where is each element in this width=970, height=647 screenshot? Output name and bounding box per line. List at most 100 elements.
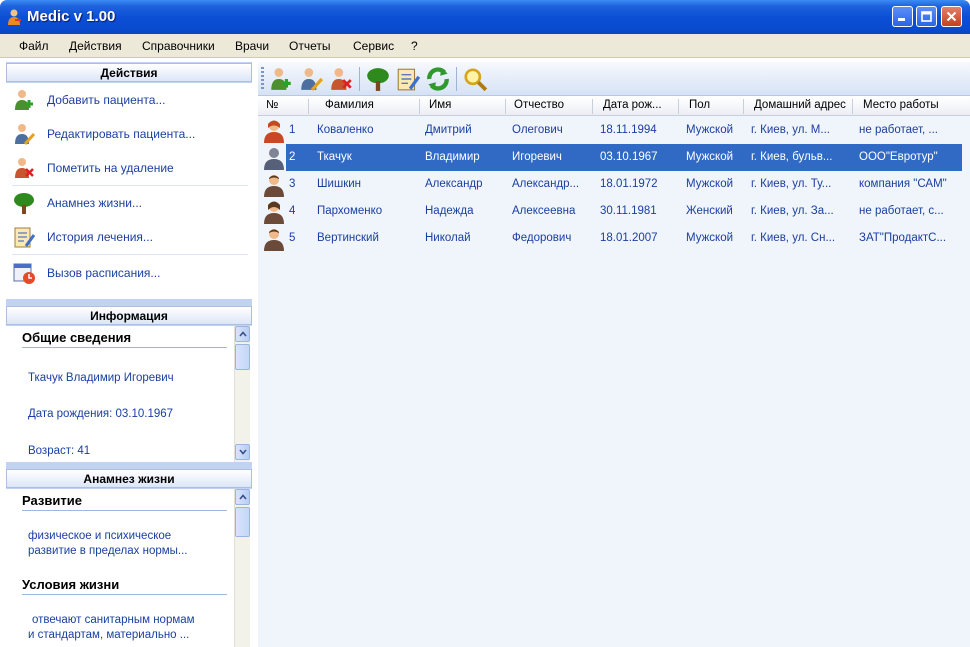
scroll-up-button[interactable]	[235, 489, 250, 505]
action-add-patient[interactable]: Добавить пациента...	[6, 86, 252, 114]
anamnesis-header[interactable]: Анамнез жизни	[6, 469, 252, 488]
cell-first-name: Надежда	[425, 205, 474, 217]
cell-last-name: Шишкин	[317, 178, 361, 190]
cell-birth-date: 18.11.1994	[600, 124, 657, 136]
column-divider[interactable]	[308, 99, 309, 114]
window-title: Medic v 1.00	[27, 8, 116, 25]
edit-patient-icon[interactable]	[298, 66, 324, 92]
toolbar-grip[interactable]	[261, 67, 264, 91]
title-bar[interactable]: Medic v 1.00	[0, 0, 970, 34]
cell-address: г. Киев, бульв...	[751, 151, 833, 163]
column-header-sex[interactable]: Пол	[689, 99, 710, 111]
cell-workplace: не работает, с...	[859, 205, 944, 217]
cell-sex: Мужской	[686, 151, 734, 163]
column-divider[interactable]	[419, 99, 420, 114]
column-header-address[interactable]: Домашний адрес	[754, 99, 846, 111]
cell-middle-name: Игоревич	[512, 151, 562, 163]
menu-actions[interactable]: Действия	[69, 39, 122, 53]
info-body: Общие сведения Ткачук Владимир Игоревич …	[6, 326, 252, 462]
scroll-up-button[interactable]	[235, 326, 250, 342]
table-row[interactable]: 4 Пархоменко Надежда Алексеевна 30.11.19…	[258, 198, 970, 225]
minimize-button[interactable]	[892, 6, 913, 27]
action-treatment-history[interactable]: История лечения...	[6, 223, 252, 251]
action-edit-patient[interactable]: Редактировать пациента...	[6, 120, 252, 148]
menu-bar: Файл Действия Справочники Врачи Отчеты С…	[0, 34, 970, 58]
actions-header[interactable]: Действия	[6, 63, 252, 82]
scroll-down-button[interactable]	[235, 444, 250, 460]
table-row[interactable]: 1 Коваленко Дмитрий Олегович 18.11.1994 …	[258, 117, 970, 144]
delete-patient-icon	[15, 158, 34, 178]
anamnesis-scrollbar[interactable]	[234, 489, 250, 647]
column-header-first-name[interactable]: Имя	[429, 99, 451, 111]
tree-icon	[14, 193, 34, 214]
column-divider[interactable]	[678, 99, 679, 114]
info-scrollbar[interactable]	[234, 326, 250, 462]
grid-header: № Фамилия Имя Отчество Дата рож... Пол Д…	[258, 97, 970, 116]
menu-references[interactable]: Справочники	[142, 39, 215, 53]
action-anamnesis[interactable]: Анамнез жизни...	[6, 189, 252, 217]
cell-number: 4	[289, 205, 296, 217]
anamnesis-body: Развитие физическое и психическое развит…	[6, 489, 252, 647]
patient-full-name: Ткачук Владимир Игоревич	[28, 372, 174, 384]
menu-file[interactable]: Файл	[19, 39, 49, 53]
living-conditions-title: Условия жизни	[22, 577, 120, 592]
column-header-number[interactable]: №	[266, 99, 278, 111]
chevron-up-icon	[238, 331, 247, 337]
cell-number: 3	[289, 178, 296, 190]
history-icon	[14, 227, 36, 248]
column-divider[interactable]	[852, 99, 853, 114]
chevron-down-icon	[238, 449, 247, 455]
cell-address: г. Киев, ул. Ту...	[751, 178, 832, 190]
action-mark-delete[interactable]: Пометить на удаление	[6, 154, 252, 182]
schedule-icon	[13, 263, 35, 284]
chevron-up-icon	[238, 494, 247, 500]
column-header-birth-date[interactable]: Дата рож...	[603, 99, 662, 111]
cell-last-name: Коваленко	[317, 124, 374, 136]
cell-last-name: Вертинский	[317, 232, 379, 244]
column-header-middle-name[interactable]: Отчество	[514, 99, 564, 111]
maximize-button[interactable]	[916, 6, 937, 27]
tree-icon[interactable]	[365, 66, 391, 92]
table-row[interactable]: 5 Вертинский Николай Федорович 18.01.200…	[258, 225, 970, 252]
cell-birth-date: 18.01.1972	[600, 178, 658, 190]
actions-list: Добавить пациента... Редактировать пацие…	[6, 83, 252, 299]
column-divider[interactable]	[505, 99, 506, 114]
refresh-icon[interactable]	[425, 66, 451, 92]
cell-middle-name: Алексеевна	[512, 205, 576, 217]
toolbar-separator	[456, 67, 457, 91]
divider	[22, 594, 227, 595]
scroll-thumb[interactable]	[235, 507, 250, 537]
info-header[interactable]: Информация	[6, 306, 252, 325]
close-icon	[946, 11, 957, 22]
divider	[22, 347, 227, 348]
menu-doctors[interactable]: Врачи	[235, 39, 269, 53]
patient-female-icon	[264, 120, 284, 143]
cell-last-name: Ткачук	[317, 151, 352, 163]
delete-patient-icon[interactable]	[328, 66, 354, 92]
patient-male-icon	[264, 148, 284, 170]
close-button[interactable]	[941, 6, 962, 27]
cell-first-name: Дмитрий	[425, 124, 472, 136]
cell-sex: Мужской	[686, 124, 734, 136]
table-row-selected[interactable]: 2 Ткачук Владимир Игоревич 03.10.1967 Му…	[258, 144, 970, 171]
table-row[interactable]: 3 Шишкин Александр Александр... 18.01.19…	[258, 171, 970, 198]
menu-service[interactable]: Сервис	[353, 39, 394, 53]
cell-last-name: Пархоменко	[317, 205, 383, 217]
cell-first-name: Николай	[425, 232, 471, 244]
column-divider[interactable]	[743, 99, 744, 114]
menu-help[interactable]: ?	[411, 39, 418, 53]
column-divider[interactable]	[592, 99, 593, 114]
menu-reports[interactable]: Отчеты	[289, 39, 330, 53]
action-schedule[interactable]: Вызов расписания...	[6, 259, 252, 287]
cell-workplace: ЗАТ"ПродактС...	[859, 232, 947, 244]
patient-female-icon	[264, 201, 284, 224]
column-header-last-name[interactable]: Фамилия	[325, 99, 374, 111]
history-icon[interactable]	[395, 66, 421, 92]
maximize-icon	[921, 11, 932, 22]
search-icon[interactable]	[462, 66, 488, 92]
add-patient-icon[interactable]	[268, 66, 294, 92]
column-header-workplace[interactable]: Место работы	[863, 99, 939, 111]
left-panel: Действия Добавить пациента... Редактиров…	[6, 62, 252, 647]
scroll-thumb[interactable]	[235, 344, 250, 370]
cell-workplace: компания "САМ"	[859, 178, 947, 190]
